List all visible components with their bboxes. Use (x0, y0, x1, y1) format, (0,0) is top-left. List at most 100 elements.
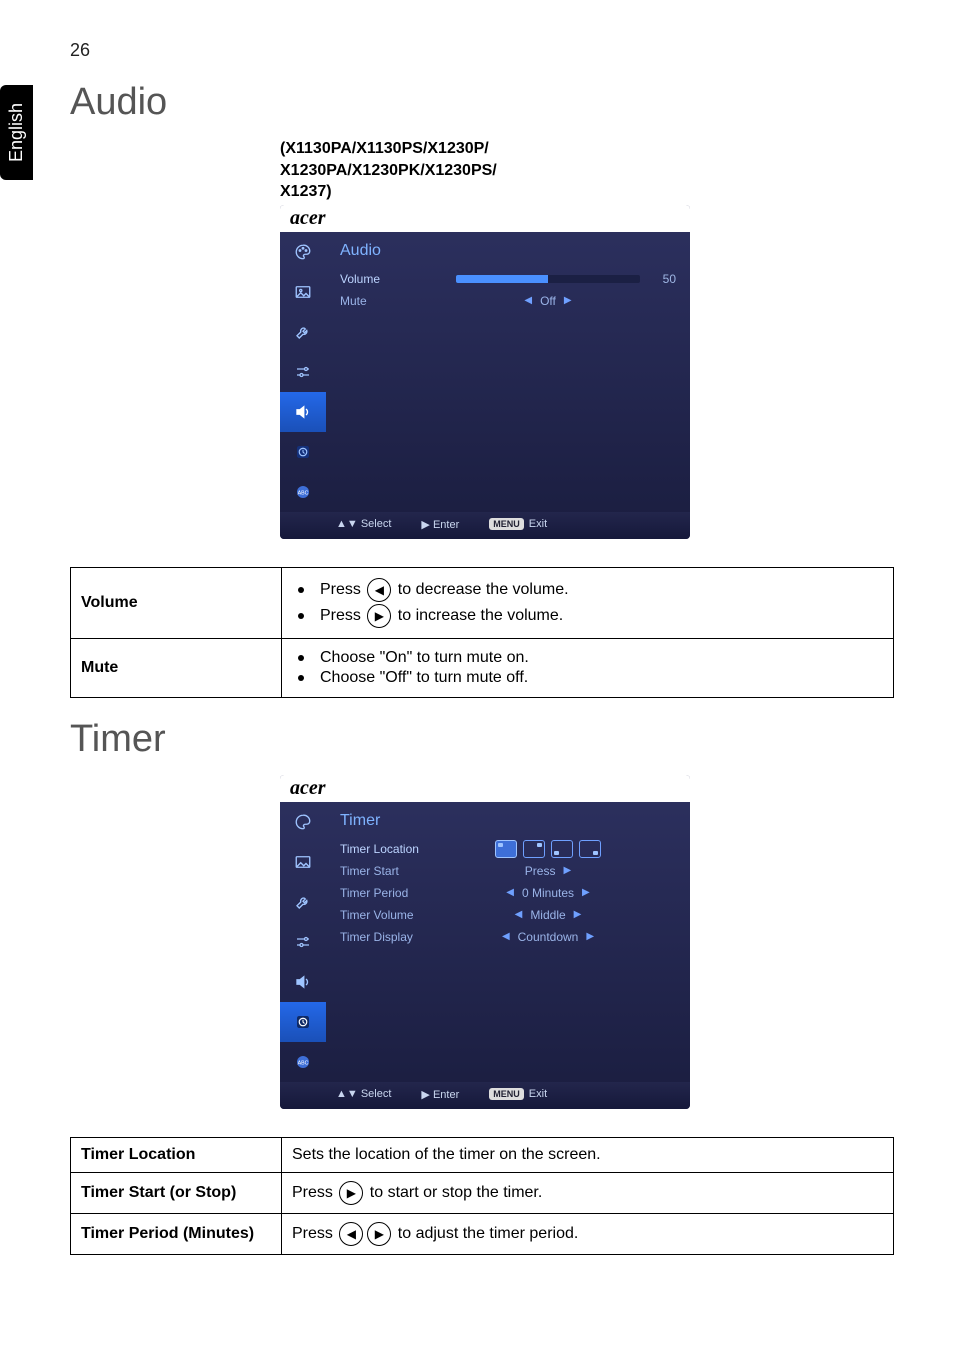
osd-footer: ▲▼ Select ▶ Enter MENU Exit (280, 1082, 690, 1109)
clock-icon (292, 1013, 314, 1031)
model-line: X1237) (280, 181, 894, 203)
svg-text:ABC: ABC (298, 1060, 309, 1066)
loc-top-left-icon (495, 840, 517, 858)
cell-desc: Press ◀▶ to adjust the timer period. (282, 1213, 894, 1254)
osd-tabs: ABC (280, 232, 326, 512)
globe-icon: ABC (292, 1053, 314, 1071)
osd-label: Timer Period (340, 886, 450, 900)
osd-tab-management[interactable] (280, 882, 326, 922)
osd-label: Timer Display (340, 930, 450, 944)
right-arrow-icon: ▶ (574, 909, 582, 920)
right-arrow-icon: ▶ (582, 887, 590, 898)
right-button-icon: ▶ (339, 1181, 363, 1205)
osd-value: 50 (646, 272, 676, 286)
osd-brand: acer (280, 205, 690, 232)
loc-bottom-right-icon (579, 840, 601, 858)
osd-row-mute[interactable]: Mute ◀ Off ▶ (340, 290, 676, 312)
loc-top-right-icon (523, 840, 545, 858)
cell-desc: Choose "On" to turn mute on. Choose "Off… (282, 638, 894, 697)
osd-row-timer-start[interactable]: Timer Start Press ▶ (340, 860, 676, 882)
cell-key: Timer Location (71, 1137, 282, 1172)
osd-tab-setting[interactable] (280, 352, 326, 392)
osd-tab-timer[interactable] (280, 1002, 326, 1042)
volume-bar-fill (456, 275, 548, 283)
osd-tab-audio[interactable] (280, 962, 326, 1002)
osd-timer: acer ABC Timer Timer Location (280, 775, 690, 1109)
osd-label: Mute (340, 294, 450, 308)
menu-pill: MENU (489, 518, 524, 530)
cell-desc: Sets the location of the timer on the sc… (282, 1137, 894, 1172)
osd-tab-language[interactable]: ABC (280, 472, 326, 512)
image-icon (292, 853, 314, 871)
table-row: Mute Choose "On" to turn mute on. Choose… (71, 638, 894, 697)
bullet-icon (298, 613, 304, 619)
osd-tab-color[interactable] (280, 232, 326, 272)
osd-row-volume[interactable]: Volume 50 (340, 268, 676, 290)
osd-tab-management[interactable] (280, 312, 326, 352)
bullet-icon (298, 655, 304, 661)
osd-row-timer-location[interactable]: Timer Location (340, 838, 676, 860)
speaker-icon (292, 403, 314, 421)
osd-section-title: Audio (340, 242, 676, 260)
sliders-icon (292, 933, 314, 951)
osd-tab-image[interactable] (280, 842, 326, 882)
right-arrow-icon: ▶ (564, 295, 572, 306)
osd-audio: acer ABC Audio Volume 50 Mute (280, 205, 690, 539)
cell-key: Timer Period (Minutes) (71, 1213, 282, 1254)
footer-exit: MENU Exit (489, 518, 547, 530)
palette-icon (292, 813, 314, 831)
image-icon (292, 283, 314, 301)
osd-label: Timer Location (340, 842, 450, 856)
osd-value: Off (540, 294, 556, 308)
left-arrow-icon: ◀ (502, 931, 510, 942)
wrench-icon (292, 323, 314, 341)
osd-tabs: ABC (280, 802, 326, 1082)
svg-text:ABC: ABC (298, 490, 309, 496)
page-number: 26 (70, 40, 894, 61)
right-arrow-icon: ▶ (586, 931, 594, 942)
left-arrow-icon: ◀ (515, 909, 523, 920)
loc-bottom-left-icon (551, 840, 573, 858)
osd-tab-image[interactable] (280, 272, 326, 312)
osd-row-timer-display[interactable]: Timer Display ◀ Countdown ▶ (340, 926, 676, 948)
osd-label: Timer Volume (340, 908, 450, 922)
section-title-audio: Audio (70, 81, 894, 124)
osd-tab-language[interactable]: ABC (280, 1042, 326, 1082)
section-title-timer: Timer (70, 718, 894, 761)
globe-icon: ABC (292, 483, 314, 501)
table-row: Volume Press ◀ to decrease the volume. P… (71, 567, 894, 638)
speaker-icon (292, 973, 314, 991)
text: Choose "Off" to turn mute off. (320, 669, 528, 687)
footer-select: ▲▼ Select (336, 1088, 391, 1100)
cell-desc: Press ▶ to start or stop the timer. (282, 1172, 894, 1213)
osd-row-timer-period[interactable]: Timer Period ◀0 Minutes▶ (340, 882, 676, 904)
osd-label: Volume (340, 272, 450, 286)
osd-tab-setting[interactable] (280, 922, 326, 962)
osd-value: Countdown (518, 930, 579, 944)
bullet-icon (298, 675, 304, 681)
location-icons (495, 840, 601, 858)
right-button-icon: ▶ (367, 1222, 391, 1246)
clock-icon (292, 443, 314, 461)
osd-tab-timer[interactable] (280, 432, 326, 472)
osd-brand: acer (280, 775, 690, 802)
osd-value: Press (525, 864, 556, 878)
osd-tab-color[interactable] (280, 802, 326, 842)
right-arrow-icon: ▶ (563, 865, 571, 876)
left-button-icon: ◀ (367, 578, 391, 602)
sliders-icon (292, 363, 314, 381)
osd-section-title: Timer (340, 812, 676, 830)
model-line: X1230PA/X1230PK/X1230PS/ (280, 160, 894, 182)
footer-enter: ▶ Enter (421, 1088, 459, 1101)
left-arrow-icon: ◀ (524, 295, 532, 306)
bullet-icon (298, 587, 304, 593)
osd-tab-audio[interactable] (280, 392, 326, 432)
osd-label: Timer Start (340, 864, 450, 878)
osd-row-timer-volume[interactable]: Timer Volume ◀Middle▶ (340, 904, 676, 926)
right-button-icon: ▶ (367, 604, 391, 628)
language-tab: English (0, 85, 33, 180)
text: Choose "On" to turn mute on. (320, 649, 529, 667)
cell-key: Volume (71, 567, 282, 638)
cell-key: Mute (71, 638, 282, 697)
left-arrow-icon: ◀ (506, 887, 514, 898)
